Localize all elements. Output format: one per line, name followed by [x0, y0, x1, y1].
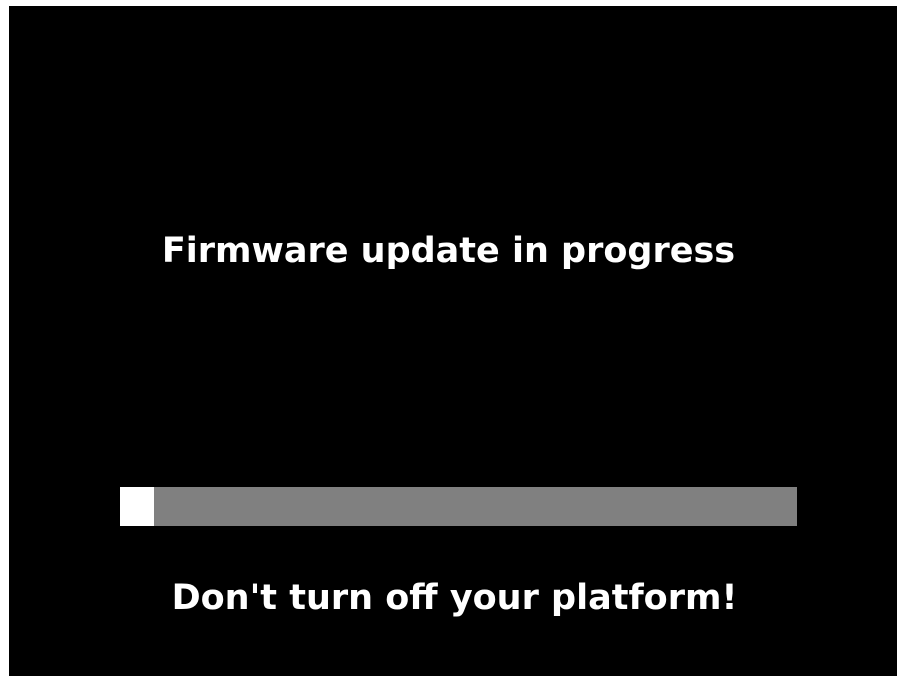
- update-progress-fill: [120, 487, 154, 526]
- update-status-title: Firmware update in progress: [161, 231, 736, 271]
- update-progress-bar: [120, 487, 797, 526]
- power-warning-message: Don't turn off your platform!: [171, 578, 738, 618]
